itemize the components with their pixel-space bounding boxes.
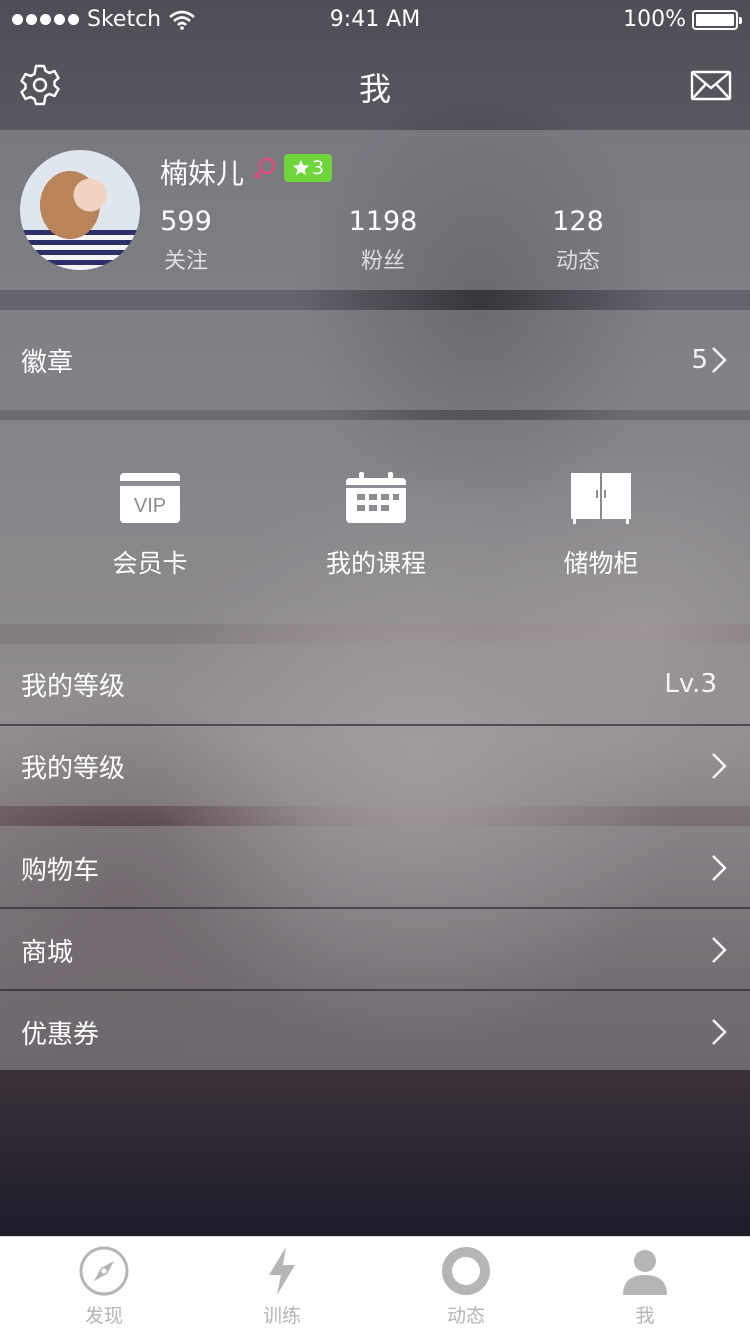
grid-item-my-courses[interactable]: 我的课程 <box>286 472 466 580</box>
female-icon <box>254 157 276 179</box>
stat-label: 粉丝 <box>360 249 405 274</box>
tab-training[interactable]: 训练 <box>222 1245 342 1328</box>
row-label: 商城 <box>21 937 74 968</box>
stat-followers[interactable]: 1198 粉丝 <box>323 206 443 275</box>
vip-card-icon: VIP <box>120 473 180 523</box>
calendar-icon <box>346 472 406 523</box>
badges-label: 徽章 <box>21 347 74 378</box>
mail-icon[interactable] <box>688 62 734 108</box>
user-name: 楠妹儿 <box>160 157 245 190</box>
coupon-row[interactable]: 优惠券 <box>0 992 750 1072</box>
locker-icon <box>571 473 631 524</box>
row-divider <box>0 907 750 909</box>
mall-row[interactable]: 商城 <box>0 910 750 990</box>
chevron-right-icon <box>712 855 727 881</box>
compass-icon <box>79 1246 129 1296</box>
level-value: Lv.3 <box>664 669 717 699</box>
chevron-right-icon <box>712 1019 727 1045</box>
chevron-right-icon <box>712 937 727 963</box>
row-divider <box>0 989 750 991</box>
badges-section: 徽章 5 <box>0 310 750 410</box>
profile-card[interactable]: 楠妹儿 3 599 关注 1198 粉丝 128 动态 <box>0 130 750 290</box>
stat-posts[interactable]: 128 动态 <box>518 206 638 275</box>
tab-label: 我 <box>635 1305 655 1327</box>
avatar[interactable] <box>20 150 140 270</box>
tab-label: 发现 <box>84 1305 123 1327</box>
person-icon <box>623 1250 667 1295</box>
row-label: 我的等级 <box>21 671 126 702</box>
stat-value: 128 <box>552 206 604 237</box>
grid-item-vip-card[interactable]: VIP 会员卡 <box>60 472 240 580</box>
grid-item-locker[interactable]: 储物柜 <box>511 472 691 580</box>
stat-value: 1198 <box>348 206 418 237</box>
chevron-right-icon <box>712 347 727 373</box>
vip-card-icon-text: VIP <box>134 495 166 517</box>
shop-section: 购物车 商城 优惠券 <box>0 826 750 1070</box>
star-icon <box>292 159 310 176</box>
tab-bar: 发现 训练 动态 我 <box>0 1236 750 1334</box>
shortcut-grid: VIP 会员卡 我的课程 储物柜 <box>0 420 750 624</box>
status-right: 100% <box>623 7 742 32</box>
stat-following[interactable]: 599 关注 <box>126 206 246 275</box>
badges-row[interactable]: 徽章 5 <box>0 320 750 400</box>
tab-me[interactable]: 我 <box>585 1245 705 1328</box>
tab-feed[interactable]: 动态 <box>406 1245 526 1328</box>
tab-label: 训练 <box>262 1305 301 1327</box>
my-level-row[interactable]: 我的等级 Lv.3 <box>0 644 750 724</box>
stat-label: 关注 <box>163 249 208 274</box>
battery-percent: 100% <box>623 7 686 32</box>
battery-icon <box>692 9 742 30</box>
grid-label: 储物柜 <box>563 549 639 578</box>
chevron-right-icon <box>712 753 727 779</box>
my-level-detail-row[interactable]: 我的等级 <box>0 726 750 806</box>
nav-bar: 我 <box>0 40 750 130</box>
row-label: 优惠券 <box>21 1019 100 1050</box>
badges-count: 5 <box>691 345 708 375</box>
cart-row[interactable]: 购物车 <box>0 828 750 908</box>
tab-discover[interactable]: 发现 <box>44 1245 164 1328</box>
row-label: 我的等级 <box>21 753 126 784</box>
tab-label: 动态 <box>446 1305 485 1327</box>
grid-label: 会员卡 <box>112 549 188 578</box>
profile-screen: Sketch 9:41 AM 100% 我 楠妹儿 3 599 关注 1198 … <box>0 0 750 1334</box>
row-label: 购物车 <box>21 855 100 886</box>
stat-value: 599 <box>160 206 212 237</box>
stat-label: 动态 <box>555 249 600 274</box>
level-section: 我的等级 Lv.3 我的等级 <box>0 644 750 806</box>
grid-label: 我的课程 <box>325 549 426 578</box>
page-title: 我 <box>358 70 391 108</box>
status-bar: Sketch 9:41 AM 100% <box>0 0 750 40</box>
lightning-icon <box>269 1247 295 1295</box>
level-badge-number: 3 <box>311 157 325 179</box>
level-badge: 3 <box>284 154 332 182</box>
ring-icon <box>442 1247 490 1295</box>
